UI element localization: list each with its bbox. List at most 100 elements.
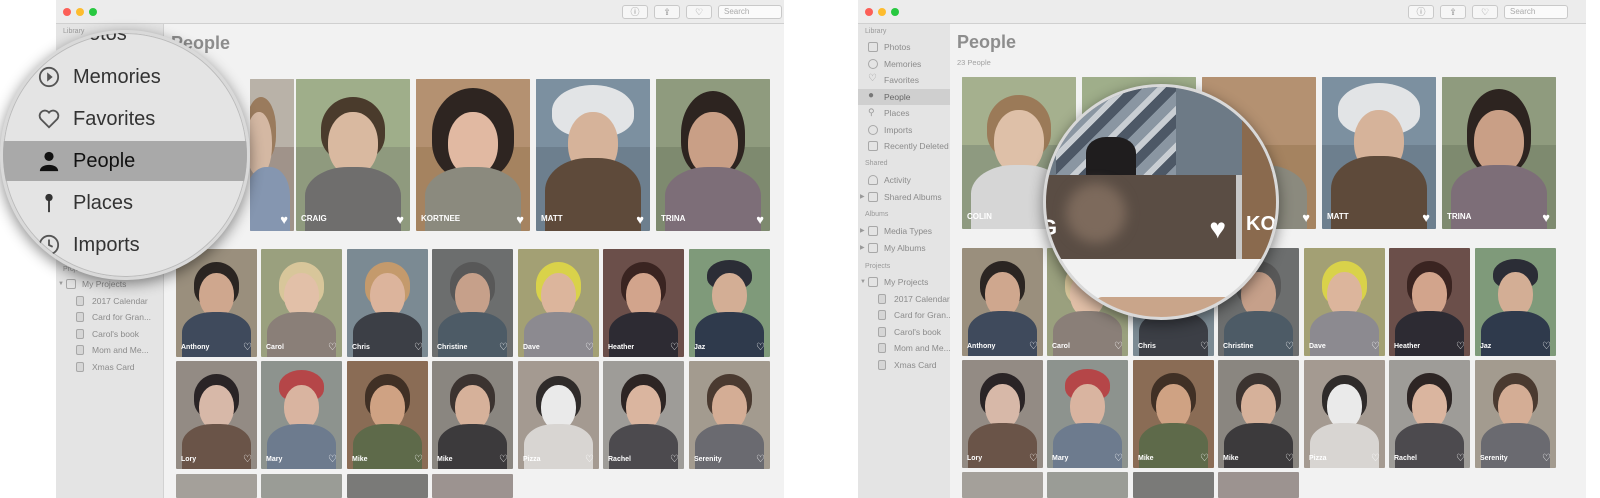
heart-icon[interactable]: ♡ [1371,341,1380,352]
disclosure-triangle-icon[interactable]: ▼ [58,276,64,292]
heart-icon[interactable]: ♥ [1209,215,1226,243]
minimize-button[interactable] [76,8,84,16]
disclosure-triangle-icon[interactable]: ▼ [860,274,866,290]
sidebar-item-my-albums[interactable]: ▶ My Albums [858,240,965,256]
favorite-button[interactable]: ♡ [1472,5,1498,19]
person-tile[interactable]: Chris ♡ [347,249,428,357]
person-tile[interactable] [1047,472,1128,498]
featured-person-tile[interactable]: MATT ♥ [1322,77,1436,229]
share-button[interactable]: ⇪ [1440,5,1466,19]
sidebar-item-project[interactable]: Card for Gran... [858,307,965,323]
heart-icon[interactable]: ♡ [1542,341,1551,352]
sidebar-item-shared-albums[interactable]: ▶ Shared Albums [858,189,965,205]
sidebar-item-imports[interactable]: Imports [858,122,965,138]
person-tile[interactable] [261,474,342,498]
heart-icon[interactable]: ♥ [280,212,288,227]
heart-icon[interactable]: ♡ [328,454,337,465]
heart-icon[interactable]: ♡ [1456,341,1465,352]
heart-icon[interactable]: ♡ [1456,453,1465,464]
person-tile[interactable] [347,474,428,498]
sidebar-item-my-projects[interactable]: ▼ My Projects [858,274,965,290]
favorite-button[interactable]: ♡ [686,5,712,19]
person-tile[interactable]: Pizza ♡ [518,361,599,469]
person-tile[interactable]: Dave ♡ [518,249,599,357]
person-tile[interactable]: Rachel ♡ [1389,360,1470,468]
heart-icon[interactable]: ♡ [414,342,423,353]
heart-icon[interactable]: ♡ [499,454,508,465]
heart-icon[interactable]: ♡ [1114,453,1123,464]
person-tile[interactable]: Carol ♡ [261,249,342,357]
sidebar-item-project[interactable]: Mom and Me... [56,342,163,358]
person-tile[interactable]: Jaz ♡ [689,249,770,357]
zoom-button[interactable] [891,8,899,16]
featured-person-tile[interactable]: MATT ♥ [536,79,650,231]
heart-icon[interactable]: ♥ [756,212,764,227]
person-tile[interactable] [1218,472,1299,498]
person-tile[interactable]: Pizza ♡ [1304,360,1385,468]
heart-icon[interactable]: ♡ [1285,453,1294,464]
person-tile[interactable]: Mary ♡ [1047,360,1128,468]
heart-icon[interactable]: ♡ [243,342,252,353]
person-tile[interactable] [432,474,513,498]
person-tile[interactable]: Mike ♡ [347,361,428,469]
close-button[interactable] [865,8,873,16]
person-tile[interactable]: Dave ♡ [1304,248,1385,356]
person-tile[interactable] [1133,472,1214,498]
sidebar-item-project[interactable]: Carol's book [858,324,965,340]
magnified-sidebar-item-favorites[interactable]: Favorites [3,99,247,139]
person-tile[interactable]: Serenity ♡ [1475,360,1556,468]
search-input[interactable]: Search [718,5,782,19]
sidebar-item-project[interactable]: Card for Gran... [56,309,163,325]
sidebar-item-media-types[interactable]: ▶ Media Types [858,223,965,239]
person-tile[interactable]: Jaz ♡ [1475,248,1556,356]
featured-person-tile[interactable]: ♥ [250,79,294,231]
minimize-button[interactable] [878,8,886,16]
person-tile[interactable]: Lory ♡ [962,360,1043,468]
heart-icon[interactable]: ♡ [243,454,252,465]
person-tile[interactable]: Mike ♡ [1133,360,1214,468]
sidebar-item-project[interactable]: Xmas Card [858,357,965,373]
close-button[interactable] [63,8,71,16]
heart-icon[interactable]: ♥ [1542,210,1550,225]
sidebar-item-favorites[interactable]: ♡ Favorites [858,72,965,88]
sidebar-item-project[interactable]: Xmas Card [56,359,163,375]
person-tile[interactable]: Rachel ♡ [603,361,684,469]
heart-icon[interactable]: ♡ [1285,341,1294,352]
share-button[interactable]: ⇪ [654,5,680,19]
sidebar-item-project[interactable]: 2017 Calendar [56,293,163,309]
heart-icon[interactable]: ♥ [636,212,644,227]
magnified-tile-bottom[interactable]: G ♥ [1046,175,1236,259]
person-tile[interactable]: Mike ♡ [432,361,513,469]
heart-icon[interactable]: ♥ [1422,210,1430,225]
heart-icon[interactable]: ♡ [670,454,679,465]
person-tile[interactable]: Lory ♡ [176,361,257,469]
sidebar-item-project[interactable]: Carol's book [56,326,163,342]
disclosure-triangle-icon[interactable]: ▶ [860,189,865,205]
featured-person-tile[interactable]: CRAIG ♥ [296,79,410,231]
sidebar-item-recently-deleted[interactable]: Recently Deleted [858,138,965,154]
heart-icon[interactable]: ♥ [396,212,404,227]
heart-icon[interactable]: ♡ [1200,341,1209,352]
heart-icon[interactable]: ♡ [1029,453,1038,464]
sidebar-item-places[interactable]: ⚲ Places [858,105,965,121]
person-tile[interactable]: Anthony ♡ [962,248,1043,356]
heart-icon[interactable]: ♡ [1029,341,1038,352]
person-tile[interactable]: Heather ♡ [603,249,684,357]
person-tile[interactable]: Mary ♡ [261,361,342,469]
featured-person-tile[interactable]: TRINA ♥ [656,79,770,231]
search-input[interactable]: Search [1504,5,1568,19]
heart-icon[interactable]: ♥ [516,212,524,227]
sidebar-item-photos[interactable]: Photos [858,39,965,55]
sidebar-item-memories[interactable]: Memories [858,56,965,72]
heart-icon[interactable]: ♡ [670,342,679,353]
heart-icon[interactable]: ♥ [1302,210,1310,225]
person-tile[interactable]: Heather ♡ [1389,248,1470,356]
person-tile[interactable]: Mike ♡ [1218,360,1299,468]
disclosure-triangle-icon[interactable]: ▶ [860,240,865,256]
person-tile[interactable] [962,472,1043,498]
sidebar-item-activity[interactable]: Activity [858,172,965,188]
heart-icon[interactable]: ♡ [1114,341,1123,352]
heart-icon[interactable]: ♡ [1542,453,1551,464]
zoom-button[interactable] [89,8,97,16]
heart-icon[interactable]: ♡ [585,342,594,353]
